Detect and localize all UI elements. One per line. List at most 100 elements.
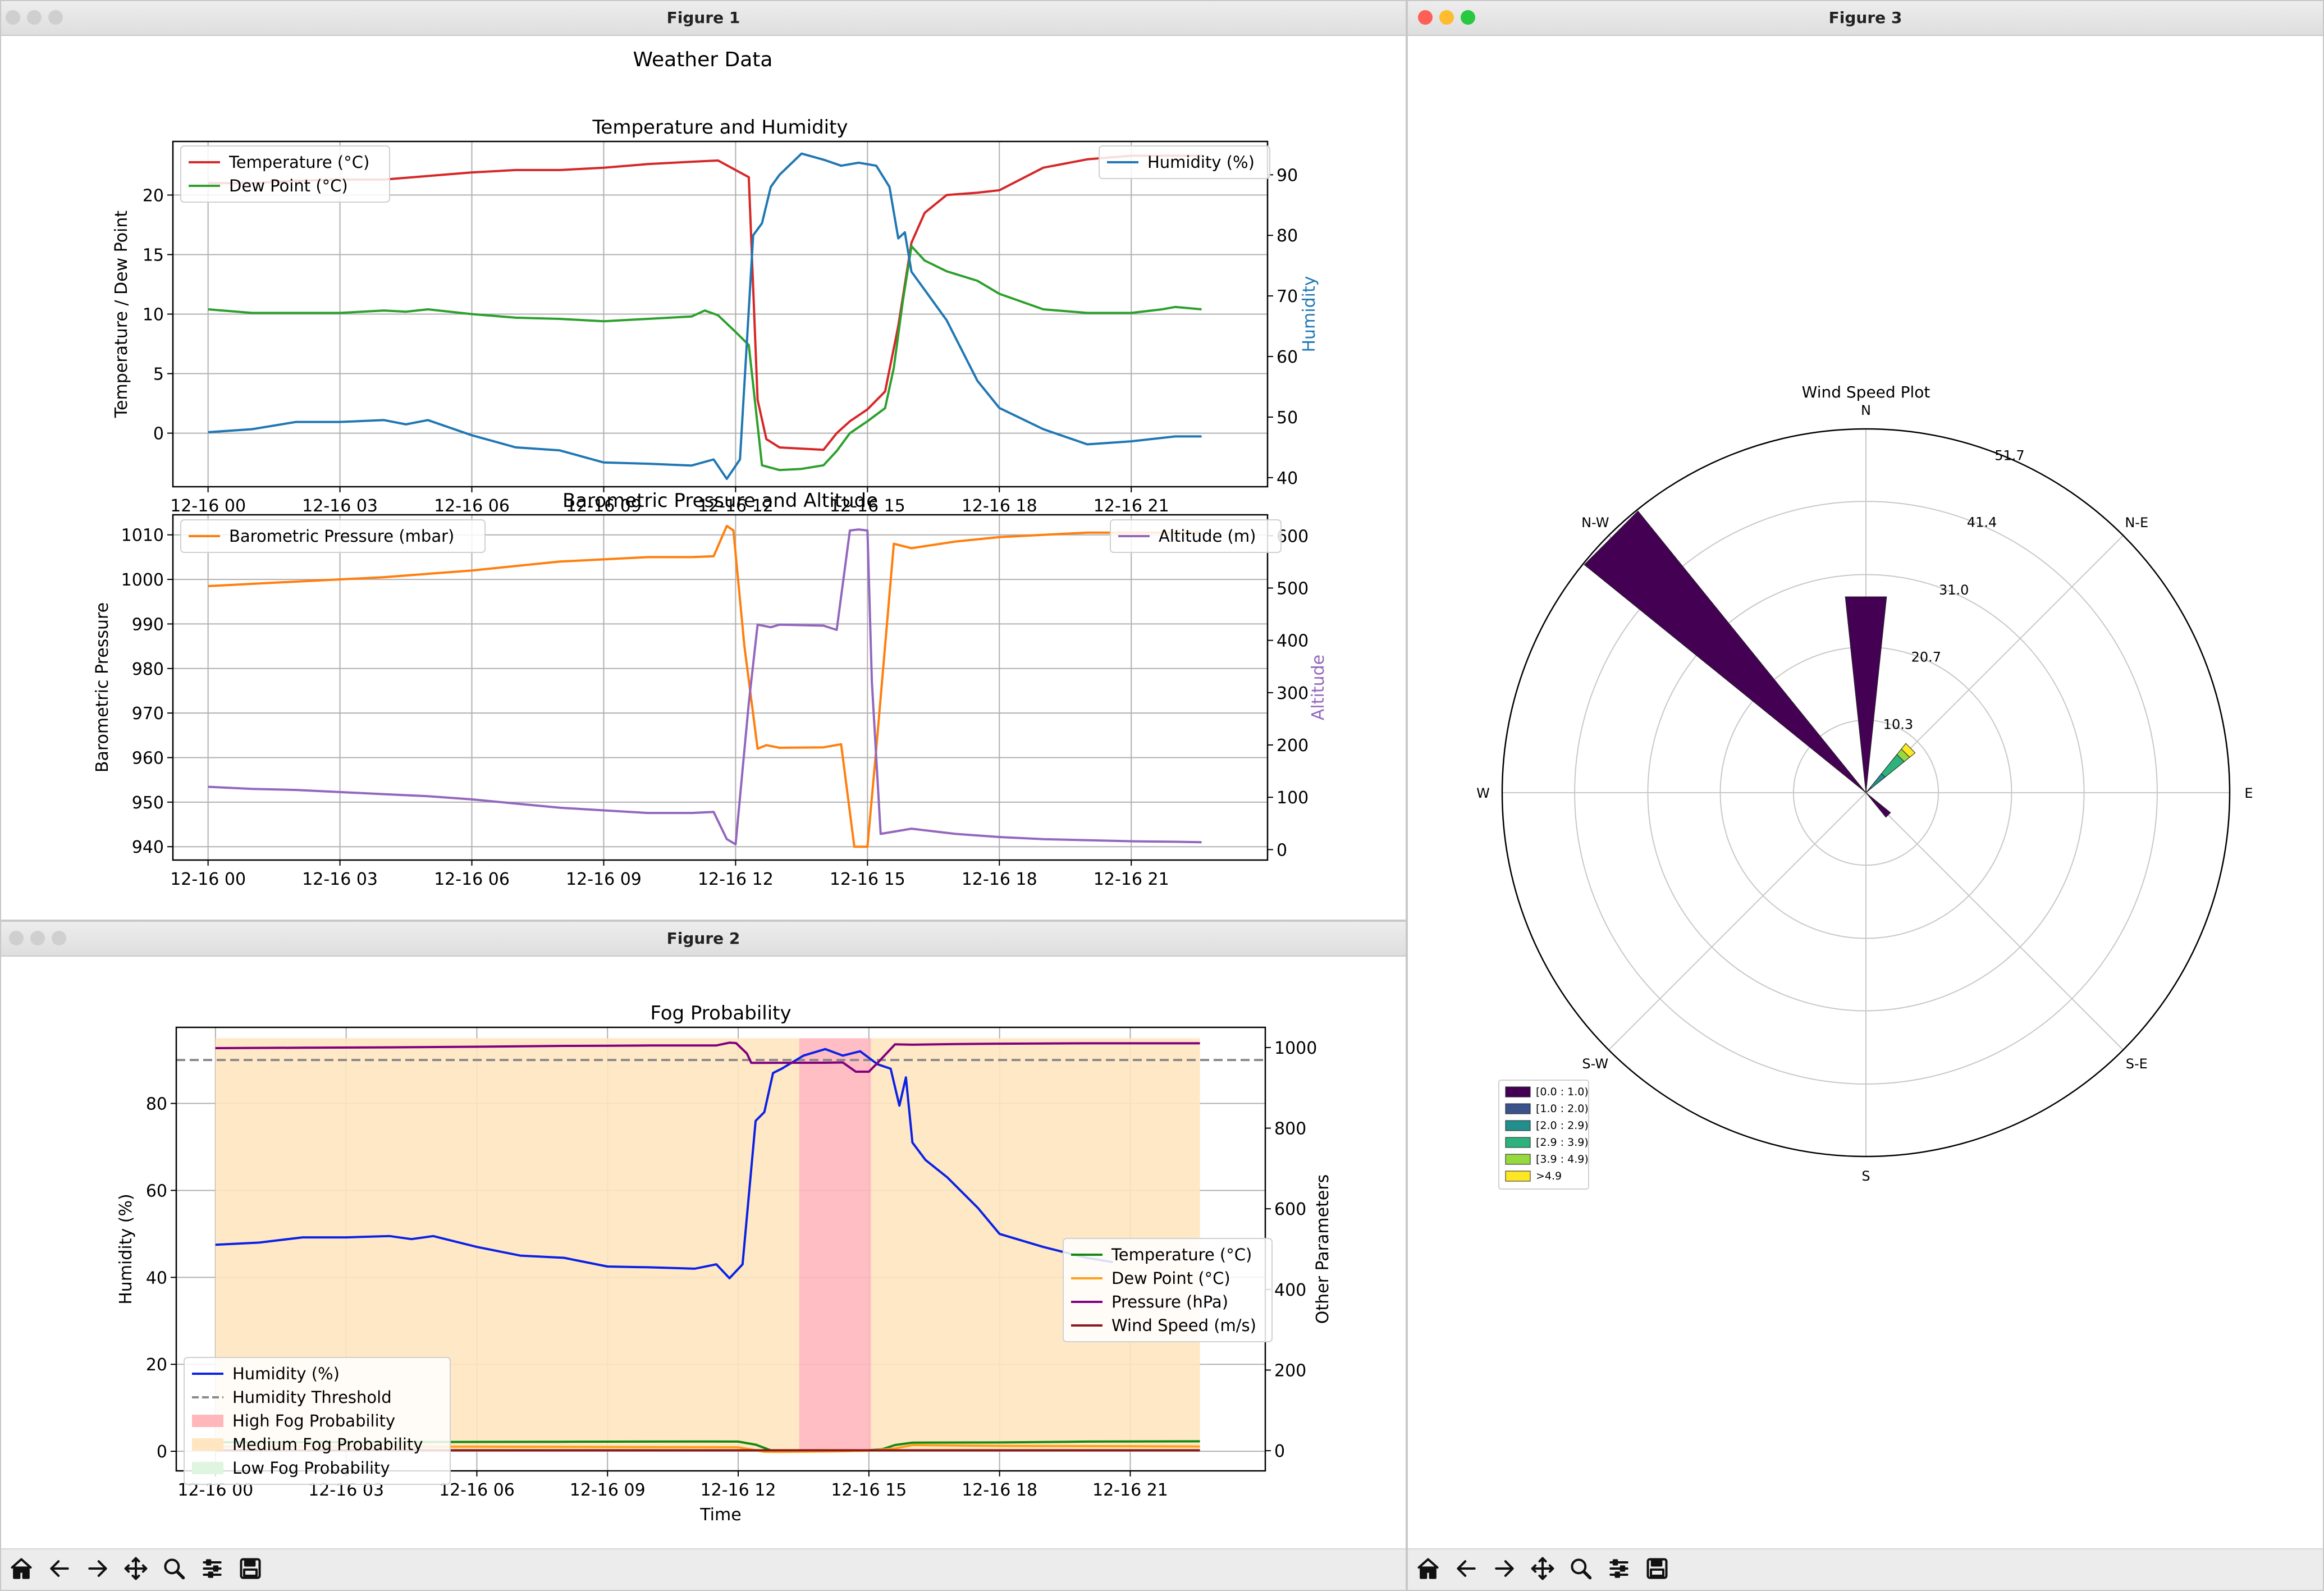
x-tick-label: 12-16 21: [1094, 870, 1169, 889]
configure-button[interactable]: [195, 1553, 229, 1587]
forward-arrow-button[interactable]: [1488, 1553, 1521, 1587]
legend-label: Humidity (%): [232, 1364, 340, 1383]
x-tick-label: 12-16 21: [1092, 1480, 1168, 1500]
x-tick-label: 12-16 06: [439, 1480, 515, 1500]
y-tick-label: 0: [157, 1442, 167, 1462]
zoom-icon: [162, 1556, 186, 1583]
radial-tick-label: 31.0: [1939, 582, 1969, 598]
configure-button[interactable]: [1602, 1553, 1636, 1587]
legend-label: High Fog Probability: [232, 1411, 395, 1430]
y2-tick-label: 200: [1277, 736, 1309, 756]
y-tick-label: 15: [143, 245, 164, 265]
figure-1-titlebar[interactable]: Figure 1: [1, 1, 1406, 36]
y-tick-label: 970: [132, 704, 164, 724]
y2-axis-label: Altitude: [1309, 655, 1328, 720]
legend-label: Wind Speed (m/s): [1111, 1316, 1256, 1335]
y2-axis-label: Other Parameters: [1313, 1174, 1333, 1324]
figure-1-window: Figure 1 Weather Data Temperature and Hum…: [0, 0, 1407, 921]
configure-icon: [200, 1556, 225, 1583]
wind-bar-n-e: [1870, 773, 1886, 789]
pan-button[interactable]: [1526, 1553, 1559, 1587]
wind-bar-s-e: [1865, 792, 1891, 818]
legend-label: Altitude (m): [1159, 527, 1256, 546]
legend-label: >4.9: [1536, 1170, 1562, 1182]
x-tick-label: 12-16 06: [434, 870, 510, 889]
pan-button[interactable]: [119, 1553, 153, 1587]
y-tick-label: 80: [146, 1095, 167, 1114]
y2-tick-label: 400: [1277, 632, 1309, 651]
y-tick-label: 0: [153, 424, 164, 444]
series-line-0: [208, 524, 1202, 848]
save-button[interactable]: [1640, 1553, 1674, 1587]
angular-grid-line: [1608, 792, 1866, 1050]
legend-swatch: [1505, 1120, 1531, 1131]
radial-tick-label: 10.3: [1883, 717, 1913, 733]
legend-swatch: [1505, 1171, 1531, 1182]
back-arrow-button[interactable]: [43, 1553, 76, 1587]
x-axis-label: Time: [699, 1505, 741, 1525]
y-tick-label: 40: [146, 1268, 167, 1288]
chart-title: Wind Speed Plot: [1802, 383, 1930, 401]
wind-bar-n-w: [1584, 510, 1866, 793]
chart-title: Barometric Pressure and Altitude: [562, 490, 878, 512]
legend-label: Temperature (°C): [228, 153, 369, 172]
figure-2-toolbar: [1, 1548, 1406, 1590]
direction-label: N-E: [2125, 515, 2148, 531]
direction-label: E: [2244, 785, 2253, 801]
y-tick-label: 1000: [121, 570, 164, 590]
legend-swatch: [1505, 1086, 1531, 1098]
legend-swatch: [192, 1415, 223, 1427]
y-axis-label: Humidity (%): [116, 1194, 136, 1304]
window-title: Figure 3: [1828, 8, 1902, 27]
forward-arrow-icon: [1492, 1556, 1517, 1583]
direction-label: S-E: [2126, 1056, 2148, 1072]
home-button[interactable]: [1411, 1553, 1445, 1587]
x-tick-label: 12-16 15: [830, 870, 905, 889]
wind-bar-n: [1845, 596, 1887, 793]
y2-tick-label: 600: [1274, 1200, 1306, 1219]
direction-label: W: [1476, 785, 1490, 801]
pan-icon: [1530, 1556, 1555, 1583]
figure-2-titlebar[interactable]: Figure 2: [1, 922, 1406, 957]
direction-label: S-W: [1582, 1056, 1608, 1072]
figure-3-titlebar[interactable]: Figure 3: [1408, 1, 2323, 36]
fog-band-high: [799, 1038, 871, 1452]
chart-title: Fog Probability: [650, 1002, 791, 1025]
forward-arrow-button[interactable]: [81, 1553, 115, 1587]
back-arrow-button[interactable]: [1449, 1553, 1483, 1587]
y2-tick-label: 800: [1274, 1119, 1306, 1139]
radial-tick-label: 51.7: [1994, 447, 2024, 463]
zoom-button[interactable]: [157, 1553, 191, 1587]
window-title: Figure 1: [666, 8, 740, 27]
zoom-button[interactable]: [1564, 1553, 1598, 1587]
x-tick-label: 12-16 09: [570, 1480, 646, 1500]
legend-swatch: [192, 1462, 223, 1474]
pan-icon: [123, 1556, 148, 1583]
legend-label: [3.9 : 4.9): [1536, 1153, 1589, 1165]
y-tick-label: 60: [146, 1181, 167, 1201]
y-tick-label: 990: [132, 615, 164, 634]
figure-suptitle: Weather Data: [633, 48, 773, 71]
y2-tick-label: 40: [1277, 469, 1298, 488]
home-icon: [1416, 1556, 1440, 1583]
legend-label: [0.0 : 1.0): [1536, 1086, 1589, 1098]
legend-swatch: [1505, 1103, 1531, 1114]
legend-swatch: [192, 1438, 223, 1451]
save-icon: [1645, 1556, 1669, 1583]
figure-1-canvas: Weather Data Temperature and Humidity 12-1…: [93, 48, 1328, 889]
x-tick-label: 12-16 09: [566, 870, 642, 889]
series-line-1: [208, 528, 1202, 845]
y2-tick-label: 200: [1274, 1361, 1306, 1380]
legend-label: [1.0 : 2.0): [1536, 1103, 1589, 1115]
y-tick-label: 980: [132, 660, 164, 679]
figure-3-canvas: Wind Speed Plot 10.3 20.7 31.0 41.4 51.7 N N-E E…: [1476, 383, 2253, 1190]
x-tick-label: 12-16 18: [962, 496, 1037, 516]
radial-tick-label: 20.7: [1911, 649, 1941, 665]
x-tick-label: 12-16 12: [698, 870, 774, 889]
home-button[interactable]: [4, 1553, 38, 1587]
legend-label: Medium Fog Probability: [232, 1435, 423, 1454]
y-tick-label: 940: [132, 838, 164, 857]
y2-tick-label: 300: [1277, 684, 1309, 703]
legend-label: [2.9 : 3.9): [1536, 1136, 1589, 1149]
save-button[interactable]: [234, 1553, 267, 1587]
